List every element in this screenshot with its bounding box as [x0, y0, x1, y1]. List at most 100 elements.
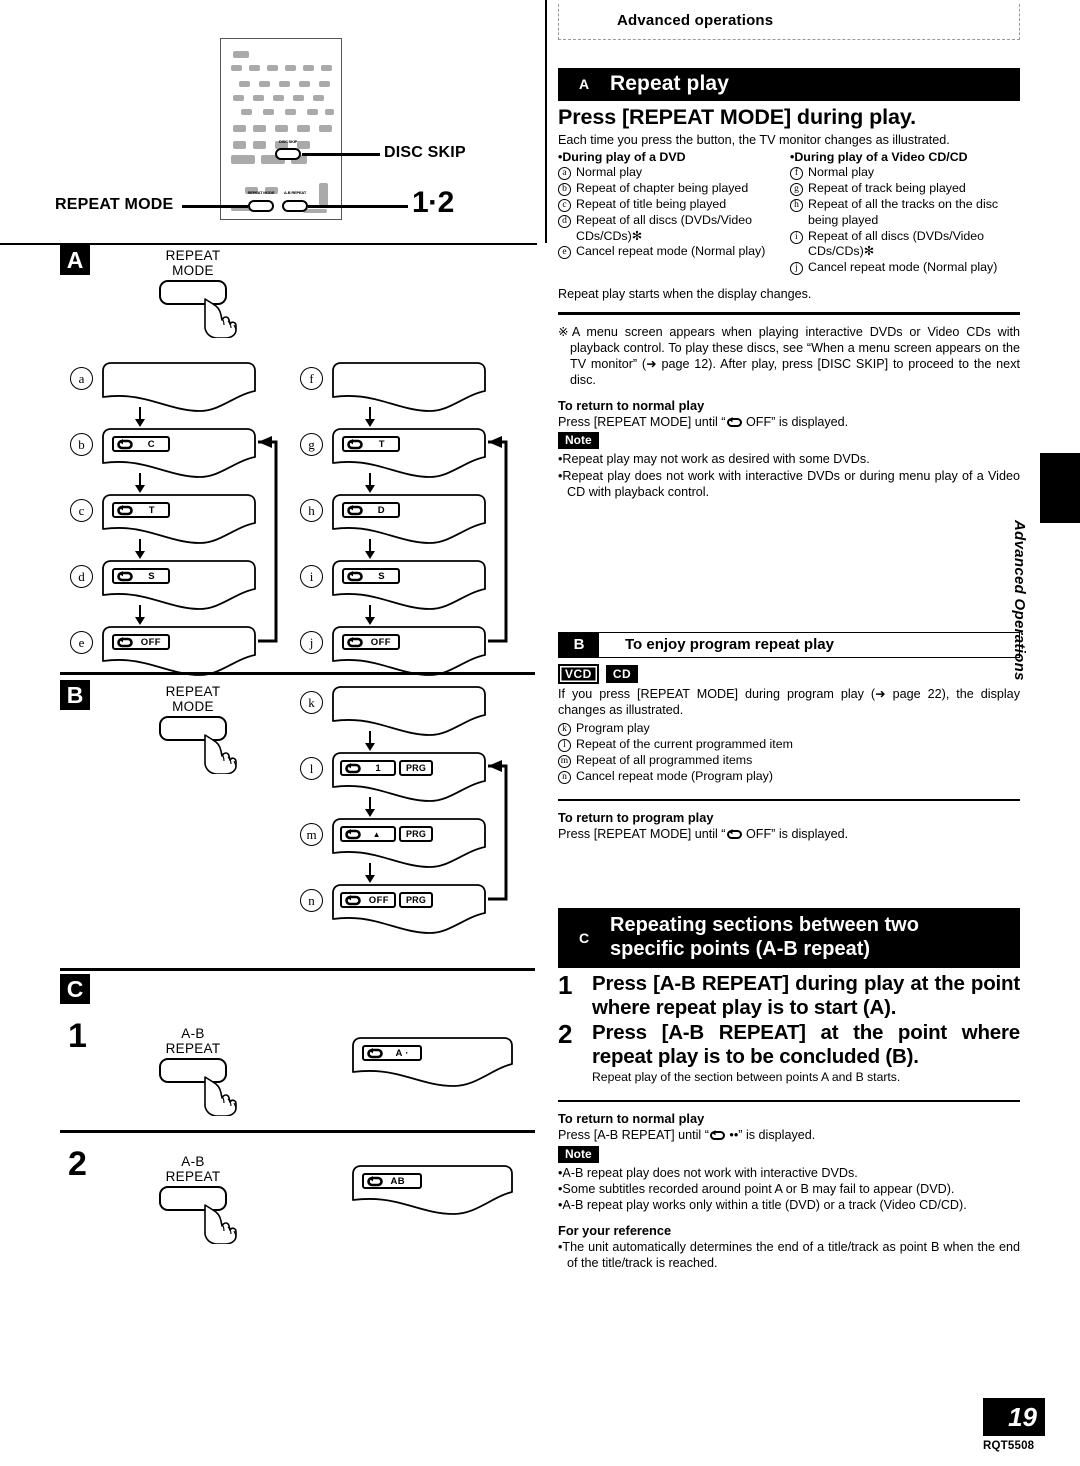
list-item: a Normal play [558, 165, 776, 181]
figure-b-button-press: REPEAT MODE [138, 684, 248, 775]
figure-c-step-2-button-label: A-B REPEAT [165, 1154, 221, 1185]
repeat-loop-icon [345, 828, 361, 839]
breadcrumb: Advanced operations [558, 4, 1020, 40]
display-indicator-step-1-text: A · [395, 1047, 409, 1059]
list-item-text: Cancel repeat mode (Normal play) [576, 244, 766, 259]
display-indicator-b-text: C [147, 438, 155, 450]
remote-control-illustration: DISC SKIP REPEAT MODE A-B REPEAT DISC SK… [0, 0, 547, 245]
mark-h: h [790, 198, 803, 212]
section-c-header: C Repeating sections between two specifi… [558, 908, 1020, 969]
side-tab-marker [1040, 453, 1080, 523]
display-panel-g: T [330, 427, 488, 479]
figure-a-button-label: REPEAT MODE [165, 248, 221, 279]
seq-mark-k: k [300, 691, 323, 714]
display-panel-b: C [100, 427, 258, 479]
pointing-hand-icon [204, 298, 237, 339]
return-text-post: OFF” is displayed. [742, 415, 849, 430]
display-panel-c: T [100, 493, 258, 545]
section-b: B To enjoy program repeat play VCD CD If … [558, 632, 1020, 842]
arrow-down-icon [135, 473, 145, 493]
section-c-title: Repeating sections between two specific … [610, 914, 919, 961]
loop-back-arrow-right [488, 436, 508, 643]
list-item: i Repeat of all discs (DVDs/Video CDs/CD… [790, 229, 1008, 261]
mark-f: f [790, 167, 803, 181]
divider [558, 1099, 1020, 1103]
section-c-after-step: Repeat play of the section between point… [592, 1070, 901, 1085]
note-item-text: A-B repeat play does not work with inter… [562, 1165, 858, 1180]
arrow-down-icon [365, 407, 375, 427]
arrow-down-icon [135, 407, 145, 427]
display-panel-e: OFF [100, 625, 258, 677]
return-text-pre: Press [REPEAT MODE] until “ [558, 415, 726, 430]
mark-g: g [790, 182, 803, 196]
list-item: j Cancel repeat mode (Normal play) [790, 260, 1008, 276]
section-b-return-head: To return to program play [558, 810, 714, 826]
mark-l: l [558, 739, 571, 753]
display-indicator-e-text: OFF [140, 636, 161, 648]
mark-a: a [558, 167, 571, 181]
display-indicator-g: T [342, 436, 400, 452]
display-indicator-c-text: T [148, 504, 155, 516]
callout-repeat-mode: REPEAT MODE [55, 196, 174, 213]
seq-mark-l: l [300, 757, 323, 780]
display-panel-step-1: A · [350, 1036, 513, 1088]
display-indicator-d-text: S [148, 570, 155, 582]
seq-mark-h: h [300, 499, 323, 522]
arrow-down-icon [365, 797, 375, 817]
section-a: A Repeat play Press [REPEAT MODE] during… [558, 68, 1020, 500]
list-item: c Repeat of title being played [558, 197, 776, 213]
repeat-loop-icon [117, 438, 133, 449]
seq-mark-n: n [300, 889, 323, 912]
display-indicator-m-text: ▲ [372, 829, 381, 839]
display-indicator-j: OFF [342, 634, 400, 650]
list-item-text: Program play [576, 721, 650, 736]
list-item: m Repeat of all programmed items [558, 753, 1020, 769]
arrow-down-icon [365, 473, 375, 493]
section-c-title-line1: Repeating sections between two [610, 914, 919, 936]
mark-b: b [558, 182, 571, 196]
manual-page: DISC SKIP REPEAT MODE A-B REPEAT DISC SK… [0, 0, 1080, 1466]
note-item: •A-B repeat play does not work with inte… [558, 1165, 858, 1180]
repeat-loop-icon [367, 1047, 383, 1058]
repeat-loop-icon [367, 1175, 383, 1186]
repeat-loop-icon [117, 636, 133, 647]
seq-mark-f: f [300, 367, 323, 390]
figure-c-badge: C [60, 974, 90, 1004]
section-a-dvd-head-text: During play of a DVD [562, 150, 686, 165]
list-item-text: Cancel repeat mode (Normal play) [808, 260, 998, 275]
seq-mark-b: b [70, 433, 93, 456]
note-item: •Some subtitles recorded around point A … [558, 1181, 955, 1196]
divider-between-steps [60, 1130, 535, 1133]
note-badge: Note [558, 1145, 599, 1163]
section-a-heading: Press [REPEAT MODE] during play. [558, 105, 916, 129]
display-panel-a [100, 361, 258, 413]
badge-vcd: VCD [558, 664, 599, 684]
note-item-text: Repeat play does not work with interacti… [562, 468, 1020, 500]
list-item-text: Cancel repeat mode (Program play) [576, 768, 773, 783]
return-text-post: OFF” is displayed. [742, 827, 849, 842]
step-1-text: Press [A-B REPEAT] during play at the po… [592, 972, 1020, 1020]
arrow-down-icon [365, 539, 375, 559]
list-item: b Repeat of chapter being played [558, 181, 776, 197]
display-panel-d: S [100, 559, 258, 611]
section-b-list: k Program play l Repeat of the current p… [558, 721, 1020, 785]
list-item-text: Repeat of chapter being played [576, 180, 749, 195]
list-item: e Cancel repeat mode (Normal play) [558, 244, 776, 260]
section-b-letter: B [559, 633, 599, 657]
seq-mark-d: d [70, 565, 93, 588]
loop-back-arrow-left [258, 436, 278, 643]
section-b-intro: If you press [REPEAT MODE] during progra… [558, 687, 1020, 718]
note-item: •A-B repeat play works only within a tit… [558, 1197, 967, 1212]
remote-key-ab-repeat [282, 200, 308, 212]
mark-k: k [558, 723, 571, 737]
display-panel-i: S [330, 559, 488, 611]
mark-n: n [558, 770, 571, 784]
step-2: 2 Press [A-B REPEAT] at the point where … [558, 1021, 1020, 1069]
section-a-intro: Each time you press the button, the TV m… [558, 133, 950, 147]
figure-a-key [159, 280, 237, 339]
figure-c-step-2-key [159, 1186, 237, 1245]
remote-key-disc-skip-label: DISC SKIP [278, 139, 298, 144]
breadcrumb-label: Advanced operations [617, 12, 774, 29]
repeat-loop-icon [726, 829, 742, 840]
remote-key-disc-skip [275, 148, 301, 160]
